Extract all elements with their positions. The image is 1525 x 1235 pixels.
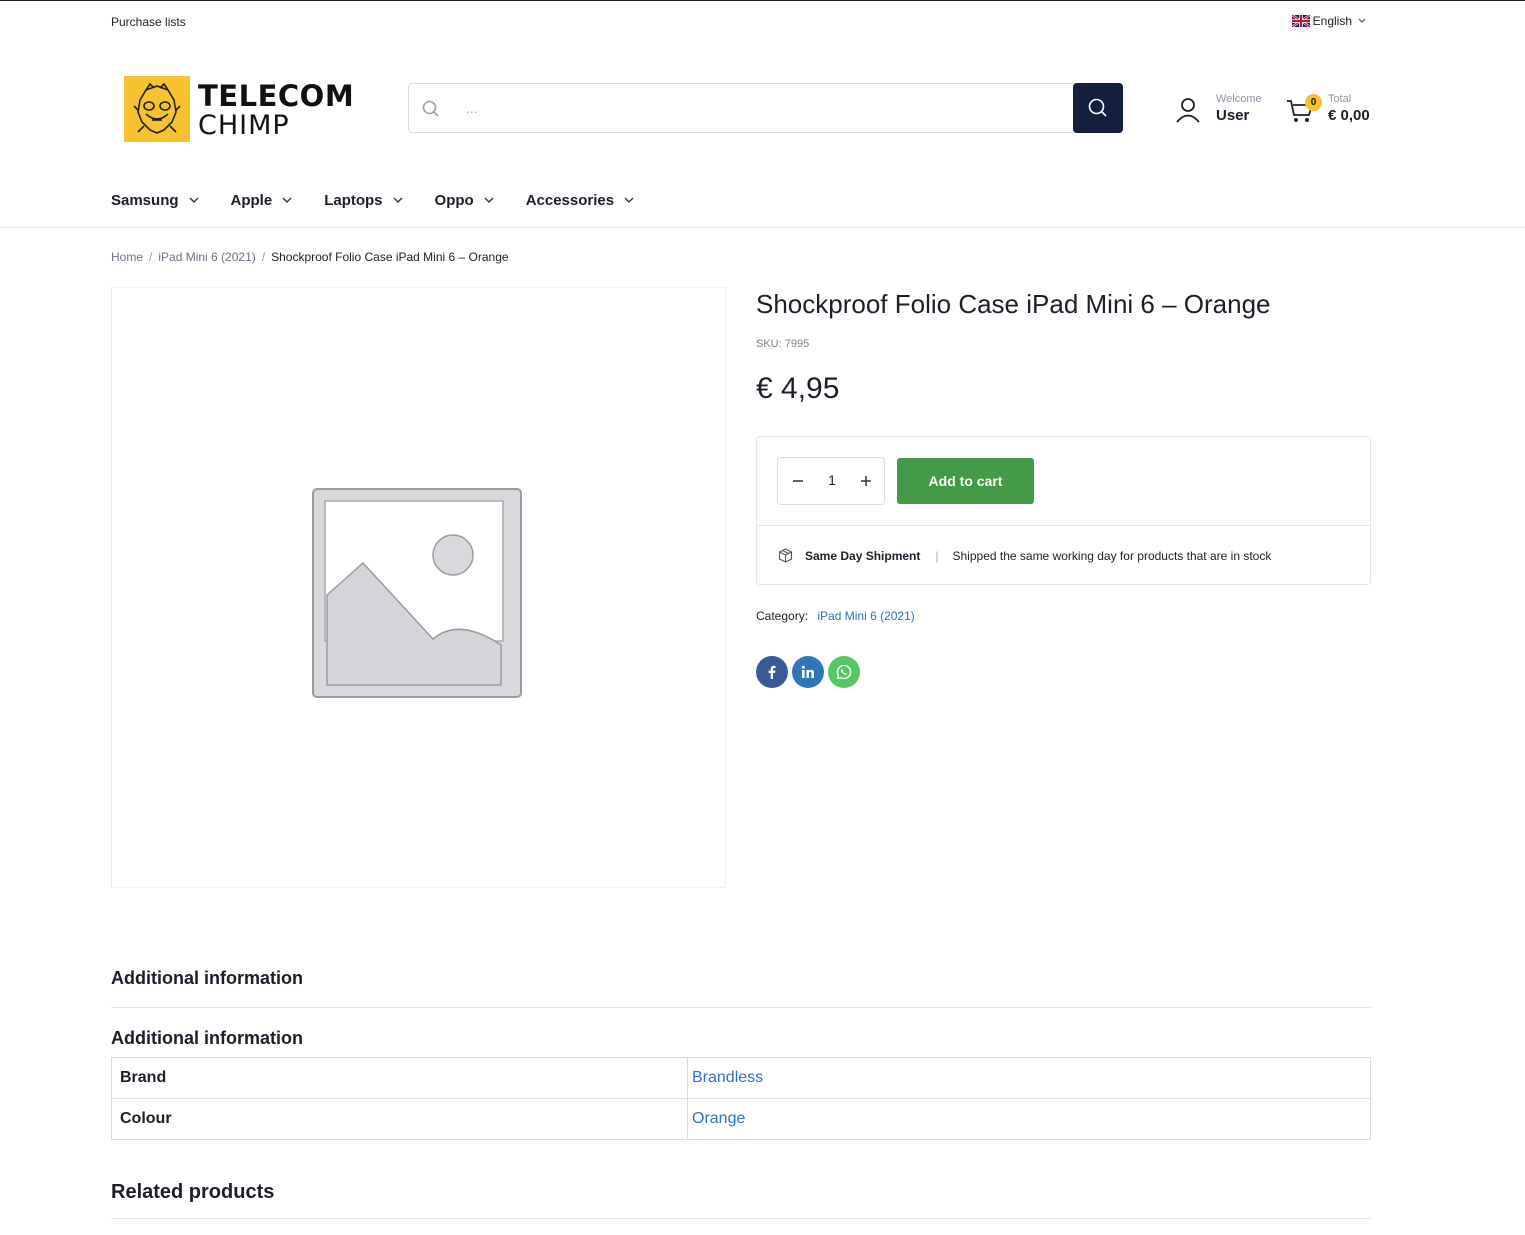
search-button[interactable] <box>1073 83 1123 133</box>
breadcrumb-separator: / <box>261 250 266 264</box>
cart-link[interactable]: 0 Total € 0,00 <box>1286 93 1376 129</box>
attributes-table: Brand Brandless Colour Orange <box>111 1057 1371 1140</box>
purchase-lists-link[interactable]: Purchase lists <box>111 15 186 29</box>
shipment-separator: | <box>935 548 939 563</box>
chevron-down-icon <box>393 197 403 203</box>
add-to-cart-button[interactable]: Add to cart <box>897 458 1034 504</box>
nav-item-accessories[interactable]: Accessories <box>526 187 634 213</box>
product-summary: Shockproof Folio Case iPad Mini 6 – Oran… <box>756 287 1371 688</box>
chevron-down-icon <box>1358 18 1366 23</box>
product-gallery[interactable] <box>111 287 726 888</box>
attribute-name: Colour <box>111 1098 688 1140</box>
share-linkedin-button[interactable] <box>792 656 824 688</box>
product-title: Shockproof Folio Case iPad Mini 6 – Oran… <box>756 289 1271 319</box>
share-buttons <box>756 656 860 688</box>
table-row: Brand Brandless <box>111 1057 1371 1099</box>
search-icon <box>1088 98 1107 117</box>
search-icon <box>422 100 439 117</box>
category-link[interactable]: iPad Mini 6 (2021) <box>817 609 914 623</box>
breadcrumb-home[interactable]: Home <box>111 250 143 264</box>
site-header: TELECOM CHIMP Welcome User 0 Total € 0,0… <box>111 61 1371 157</box>
nav-item-label: Samsung <box>111 191 179 209</box>
cart-count-badge: 0 <box>1305 94 1322 111</box>
nav-divider <box>0 227 1525 228</box>
breadcrumb-category[interactable]: iPad Mini 6 (2021) <box>158 250 255 264</box>
breadcrumb-separator: / <box>149 250 153 264</box>
quantity-increase-button[interactable] <box>858 472 874 490</box>
language-label: English <box>1312 14 1352 28</box>
nav-item-label: Oppo <box>434 191 474 209</box>
attribute-value-link[interactable]: Orange <box>687 1098 1371 1140</box>
chevron-down-icon <box>484 197 494 203</box>
quantity-input[interactable]: 1 <box>818 472 846 488</box>
shipment-description: Shipped the same working day for product… <box>952 548 1272 563</box>
nav-item-label: Apple <box>230 191 273 209</box>
chevron-down-icon <box>282 197 292 203</box>
logo-text-top: TELECOM <box>198 79 355 113</box>
top-bar: Purchase lists English <box>111 1 1371 45</box>
attribute-value-link[interactable]: Brandless <box>687 1057 1371 1099</box>
attribute-name: Brand <box>111 1057 688 1099</box>
product-price: € 4,95 <box>756 372 840 405</box>
share-whatsapp-button[interactable] <box>828 656 860 688</box>
cart-total-value: € 0,00 <box>1328 107 1370 124</box>
shipment-info: Same Day Shipment | Shipped the same wor… <box>778 548 1271 563</box>
account-link[interactable]: Welcome User <box>1175 93 1275 129</box>
facebook-icon <box>768 665 776 679</box>
main-nav: Samsung Apple Laptops Oppo Accessories <box>111 187 666 213</box>
minus-icon <box>793 480 803 482</box>
search-bar <box>408 83 1123 133</box>
share-facebook-button[interactable] <box>756 656 788 688</box>
product-sku: SKU: 7995 <box>756 338 810 350</box>
tab-additional-information[interactable]: Additional information <box>111 968 303 989</box>
search-input[interactable] <box>454 85 1064 131</box>
account-user-name: User <box>1216 107 1250 124</box>
cartbox-divider <box>757 525 1370 526</box>
category-label: Category: <box>756 609 809 623</box>
add-to-cart-box: 1 Add to cart Same Day Shipment | Shippe… <box>756 436 1371 585</box>
box-icon <box>778 548 793 563</box>
product-category: Category: iPad Mini 6 (2021) <box>756 609 915 623</box>
cart-total-label: Total <box>1328 93 1352 105</box>
related-divider <box>111 1218 1371 1219</box>
logo-text-bottom: CHIMP <box>198 110 290 141</box>
table-row: Colour Orange <box>111 1098 1371 1140</box>
nav-item-samsung[interactable]: Samsung <box>111 187 199 213</box>
tab-divider <box>111 1007 1371 1008</box>
quantity-decrease-button[interactable] <box>790 472 806 490</box>
shipment-title: Same Day Shipment <box>805 548 921 563</box>
linkedin-icon <box>801 665 814 678</box>
quantity-stepper: 1 <box>777 457 885 505</box>
nav-item-oppo[interactable]: Oppo <box>435 187 494 213</box>
site-logo[interactable]: TELECOM CHIMP <box>124 76 364 142</box>
whatsapp-icon <box>836 664 852 680</box>
user-icon <box>1176 98 1200 123</box>
uk-flag-icon <box>1291 15 1310 27</box>
account-welcome-label: Welcome <box>1216 93 1262 105</box>
placeholder-image-icon <box>312 488 522 698</box>
breadcrumb-current: Shockproof Folio Case iPad Mini 6 – Oran… <box>271 250 509 264</box>
nav-item-label: Accessories <box>525 191 615 209</box>
chevron-down-icon <box>189 197 199 203</box>
nav-item-label: Laptops <box>324 191 383 209</box>
breadcrumb: Home / iPad Mini 6 (2021) / Shockproof F… <box>111 250 509 264</box>
chimp-logo-icon <box>124 76 190 142</box>
plus-icon <box>861 476 871 486</box>
additional-info-heading: Additional information <box>111 1028 303 1048</box>
language-switcher[interactable]: English <box>1291 14 1369 28</box>
chevron-down-icon <box>624 197 634 203</box>
nav-item-laptops[interactable]: Laptops <box>324 187 403 213</box>
related-products-heading: Related products <box>111 1181 275 1203</box>
nav-item-apple[interactable]: Apple <box>231 187 293 213</box>
